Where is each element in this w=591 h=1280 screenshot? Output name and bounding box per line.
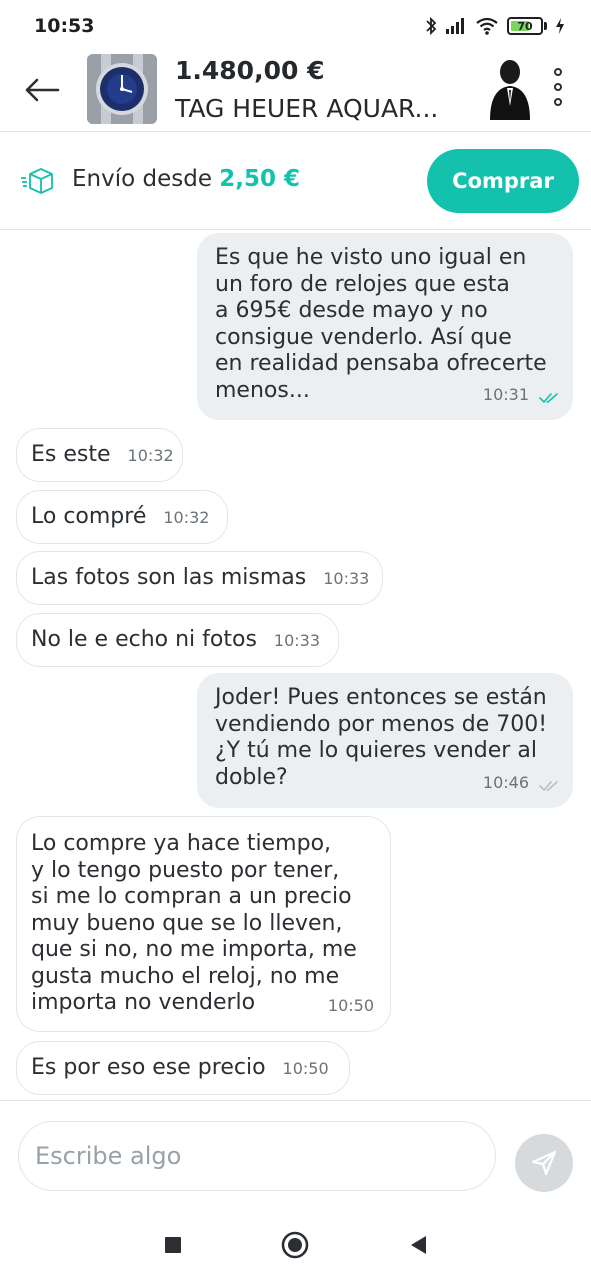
message-time: 10:31	[482, 384, 529, 404]
message-bubble-incoming[interactable]: Es por eso ese precio 10:50	[16, 1041, 350, 1095]
recent-apps-button[interactable]	[158, 1230, 188, 1260]
shipping-bar: Envío desde 2,50 € Comprar	[0, 132, 591, 230]
message-bubble-outgoing[interactable]: Es que he visto uno igual en un foro de …	[197, 233, 573, 420]
back-button[interactable]	[22, 70, 62, 110]
message-time: 10:33	[273, 631, 321, 650]
message-time: 10:50	[327, 995, 374, 1015]
message-list: Es que he visto uno igual en un foro de …	[0, 230, 591, 1100]
user-avatar[interactable]	[482, 56, 536, 120]
battery-icon: 70	[507, 17, 547, 35]
message-time: 10:33	[323, 569, 370, 588]
triangle-back-icon	[411, 1236, 426, 1254]
send-icon	[531, 1150, 557, 1176]
message-input[interactable]	[18, 1121, 496, 1191]
message-bubble-incoming[interactable]: Las fotos son las mismas 10:33	[16, 551, 383, 605]
charging-icon	[556, 18, 564, 34]
wifi-icon	[476, 17, 498, 35]
delivered-receipt-icon	[539, 781, 558, 792]
status-time: 10:53	[34, 15, 95, 37]
message-bubble-incoming[interactable]: No le e echo ni fotos 10:33	[16, 613, 339, 667]
message-text: Es este	[31, 442, 111, 467]
message-time: 10:32	[163, 508, 210, 527]
signal-icon	[446, 18, 464, 34]
status-icons: 70	[425, 16, 565, 36]
status-bar: 10:53 70	[0, 0, 591, 52]
message-time: 10:32	[127, 446, 174, 465]
message-bubble-incoming[interactable]: Es este 10:32	[16, 428, 183, 482]
composer	[0, 1100, 591, 1210]
home-circle-icon	[281, 1231, 309, 1259]
package-icon	[21, 168, 53, 194]
shipping-price: 2,50 €	[219, 166, 301, 192]
message-time: 10:50	[282, 1059, 329, 1078]
system-navigation-bar	[0, 1210, 591, 1280]
message-text: Las fotos son las mismas	[31, 565, 307, 590]
battery-text: 70	[517, 19, 533, 33]
message-bubble-incoming[interactable]: Lo compré 10:32	[16, 490, 228, 544]
message-text: No le e echo ni fotos	[31, 627, 257, 652]
more-options-icon[interactable]	[546, 66, 570, 108]
home-button[interactable]	[280, 1230, 310, 1260]
message-bubble-incoming[interactable]: Lo compre ya hace tiempo, y lo tengo pue…	[16, 816, 391, 1032]
back-arrow-icon	[25, 78, 60, 102]
shipping-label: Envío desde	[72, 166, 212, 192]
product-title[interactable]: TAG HEUER AQUAR...	[175, 94, 465, 123]
back-nav-button[interactable]	[403, 1230, 433, 1260]
message-text: Es por eso ese precio	[31, 1055, 266, 1080]
message-text: Lo compre ya hace tiempo, y lo tengo pue…	[31, 831, 357, 1015]
message-text: Lo compré	[31, 504, 147, 529]
product-price: 1.480,00 €	[175, 56, 325, 85]
product-thumbnail[interactable]	[87, 54, 157, 124]
read-receipt-icon	[539, 393, 558, 404]
shipping-text: Envío desde 2,50 €	[72, 166, 300, 192]
send-button[interactable]	[515, 1134, 573, 1192]
chat-header: 1.480,00 € TAG HEUER AQUAR...	[0, 52, 591, 132]
message-bubble-outgoing[interactable]: Joder! Pues entonces se están vendiendo …	[197, 673, 573, 808]
buy-button[interactable]: Comprar	[427, 149, 579, 213]
bluetooth-icon	[426, 16, 437, 36]
message-text: Es que he visto uno igual en un foro de …	[215, 245, 547, 403]
message-time: 10:46	[482, 772, 529, 792]
square-icon	[165, 1237, 181, 1253]
